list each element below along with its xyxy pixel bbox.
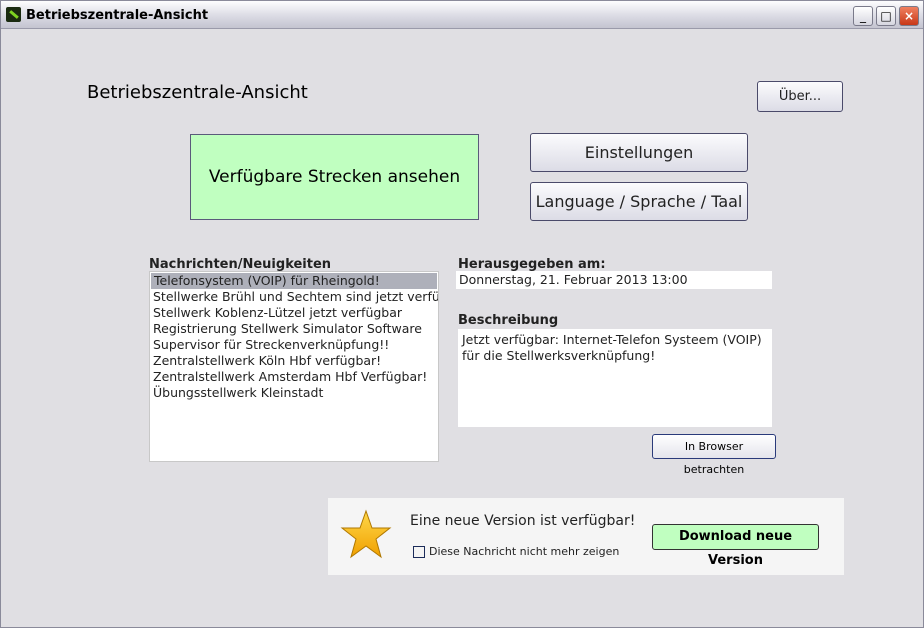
app-icon [6, 7, 21, 22]
description-field: Jetzt verfügbar: Internet-Telefon Systee… [458, 329, 772, 427]
news-list[interactable]: Telefonsystem (VOIP) für Rheingold! Stel… [149, 271, 439, 462]
published-label: Herausgegeben am: [458, 257, 606, 272]
dont-show-label: Diese Nachricht nicht mehr zeigen [429, 545, 620, 558]
news-item[interactable]: Zentralstellwerk Amsterdam Hbf Verfügbar… [150, 369, 438, 385]
window-title: Betriebszentrale-Ansicht [26, 8, 209, 23]
title-bar[interactable]: Betriebszentrale-Ansicht _ □ × [1, 1, 923, 29]
close-button[interactable]: × [899, 6, 919, 26]
language-button[interactable]: Language / Sprache / Taal [530, 182, 748, 221]
page-title: Betriebszentrale-Ansicht [87, 82, 308, 103]
download-button[interactable]: Download neue Version [652, 524, 819, 568]
maximize-button[interactable]: □ [876, 6, 896, 26]
news-item[interactable]: Übungsstellwerk Kleinstadt [150, 385, 438, 401]
published-field: Donnerstag, 21. Februar 2013 13:00 [456, 271, 772, 289]
main-window: Betriebszentrale-Ansicht _ □ × Betriebsz… [0, 0, 924, 628]
news-item[interactable]: Supervisor für Streckenverknüpfung!! [150, 337, 438, 353]
open-in-browser-button[interactable]: In Browser betrachten [652, 434, 776, 476]
update-message: Eine neue Version ist verfügbar! [410, 513, 636, 529]
news-item[interactable]: Stellwerke Brühl und Sechtem sind jetzt … [150, 289, 438, 305]
minimize-button[interactable]: _ [853, 6, 873, 26]
star-icon [340, 509, 392, 559]
news-item[interactable]: Zentralstellwerk Köln Hbf verfügbar! [150, 353, 438, 369]
settings-button[interactable]: Einstellungen [530, 133, 748, 172]
description-label: Beschreibung [458, 313, 559, 328]
dont-show-checkbox[interactable] [413, 546, 425, 558]
news-label: Nachrichten/Neuigkeiten [149, 257, 332, 272]
news-item[interactable]: Stellwerk Koblenz-Lützel jetzt verfügbar [150, 305, 438, 321]
news-item[interactable]: Telefonsystem (VOIP) für Rheingold! [151, 273, 437, 289]
view-routes-button[interactable]: Verfügbare Strecken ansehen [190, 134, 479, 220]
about-button[interactable]: Über... [757, 81, 843, 112]
news-item[interactable]: Registrierung Stellwerk Simulator Softwa… [150, 321, 438, 337]
